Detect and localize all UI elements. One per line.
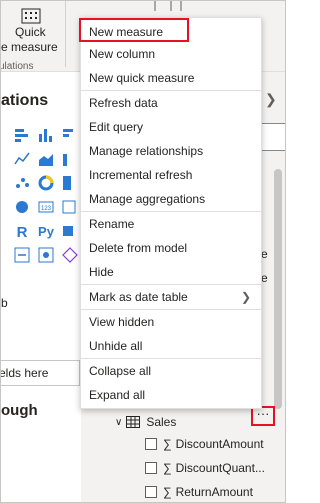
field-label: ReturnAmount	[175, 485, 253, 499]
window: Quick e measure ulations ations 123 R Py…	[0, 0, 286, 503]
values-fragment: b	[1, 296, 8, 310]
field-checkbox[interactable]	[145, 438, 157, 450]
menu-item-rename[interactable]: Rename	[81, 212, 261, 236]
sigma-icon: ∑	[163, 485, 172, 499]
treemap-icon[interactable]	[61, 174, 79, 192]
field-row[interactable]: ∑ ReturnAmount	[145, 481, 253, 502]
visualizations-pane: ations 123 R Py b elds here ough	[0, 72, 81, 502]
mark-as-date-table-label: Mark as date table	[89, 290, 188, 304]
ribbon-separator	[65, 1, 66, 67]
menu-item-new-column[interactable]: New column	[81, 42, 261, 66]
ribbon-partial-icons	[154, 1, 182, 11]
qa-visual-icon[interactable]	[37, 246, 55, 264]
calculator-icon	[21, 8, 41, 24]
svg-text:Py: Py	[38, 224, 55, 239]
more-options-button[interactable]: ···	[251, 406, 275, 426]
menu-item-refresh-data[interactable]: Refresh data	[81, 91, 261, 115]
field-checkbox[interactable]	[145, 486, 157, 498]
stacked-column-chart-icon[interactable]	[37, 126, 55, 144]
more-visuals-icon[interactable]	[61, 246, 79, 264]
quick-measure-label-2[interactable]: e measure	[1, 40, 58, 54]
field-row[interactable]: ∑ DiscountAmount	[145, 433, 264, 455]
clustered-bar-chart-icon[interactable]	[61, 126, 79, 144]
chevron-right-icon: ❯	[240, 290, 251, 304]
scatter-chart-icon[interactable]	[13, 174, 31, 192]
menu-item-incremental-refresh[interactable]: Incremental refresh	[81, 163, 261, 187]
svg-text:123: 123	[41, 206, 52, 212]
menu-item-delete-from-model[interactable]: Delete from model	[81, 236, 261, 260]
sigma-icon: ∑	[163, 437, 172, 451]
field-row[interactable]: ∑ DiscountQuant...	[145, 457, 265, 479]
table-node-sales[interactable]: ∨ Sales	[115, 411, 176, 433]
chevron-down-icon[interactable]: ∨	[115, 417, 122, 428]
card-icon[interactable]: 123	[37, 198, 55, 216]
table-icon	[126, 416, 141, 428]
ribbon-chart-icon[interactable]	[61, 150, 79, 168]
svg-text:R: R	[17, 224, 28, 240]
calculations-group-label: ulations	[0, 61, 34, 72]
sigma-icon: ∑	[163, 461, 172, 475]
menu-item-mark-as-date-table[interactable]: Mark as date table ❯	[81, 285, 261, 309]
key-influencers-icon[interactable]	[61, 222, 79, 240]
visualizations-title: ations	[1, 92, 49, 109]
menu-item-collapse-all[interactable]: Collapse all	[81, 359, 261, 383]
menu-item-unhide-all[interactable]: Unhide all	[81, 334, 261, 358]
menu-item-expand-all[interactable]: Expand all	[81, 383, 261, 407]
table-visual-icon[interactable]	[61, 198, 79, 216]
add-fields-well[interactable]: elds here	[0, 360, 80, 386]
drill-through-title: ough	[1, 402, 38, 419]
truncated-field-fragment-1: e	[261, 247, 268, 261]
table-name-label: Sales	[146, 415, 177, 429]
context-menu: New measure New column New quick measure…	[79, 17, 262, 409]
r-visual-icon[interactable]: R	[13, 222, 31, 240]
field-label: DiscountAmount	[175, 437, 264, 451]
menu-item-manage-relationships[interactable]: Manage relationships	[81, 139, 261, 163]
donut-chart-icon[interactable]	[37, 174, 55, 192]
menu-item-view-hidden[interactable]: View hidden	[81, 310, 261, 334]
area-chart-icon[interactable]	[37, 150, 55, 168]
field-label: DiscountQuant...	[175, 461, 265, 475]
menu-item-new-measure[interactable]: New measure	[79, 18, 189, 42]
stacked-bar-chart-icon[interactable]	[13, 126, 31, 144]
decomposition-tree-icon[interactable]	[13, 246, 31, 264]
python-visual-icon[interactable]: Py	[37, 222, 55, 240]
field-checkbox[interactable]	[145, 462, 157, 474]
menu-item-edit-query[interactable]: Edit query	[81, 115, 261, 139]
fields-scrollbar[interactable]	[274, 169, 282, 409]
menu-item-hide[interactable]: Hide	[81, 260, 261, 284]
add-fields-placeholder: elds here	[0, 366, 49, 380]
quick-measure-label-1[interactable]: Quick	[15, 25, 46, 39]
truncated-field-fragment-2: e	[261, 271, 268, 285]
map-icon[interactable]	[13, 198, 31, 216]
menu-item-manage-aggregations[interactable]: Manage aggregations	[81, 187, 261, 211]
line-chart-icon[interactable]	[13, 150, 31, 168]
menu-item-new-quick-measure[interactable]: New quick measure	[81, 66, 261, 90]
expand-pane-chevron-icon[interactable]: ❯	[265, 91, 277, 108]
